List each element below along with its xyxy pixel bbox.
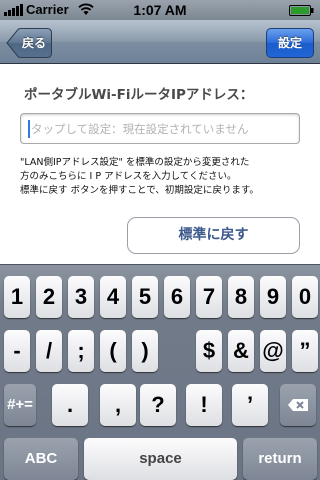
description-line: "LAN側IPアドレス設定" を標準の設定から変更された (20, 157, 250, 168)
key-slash[interactable]: / (36, 330, 62, 372)
key-more-symbols[interactable]: #+= (4, 384, 36, 426)
text-cursor (28, 120, 30, 138)
key-open-paren[interactable]: ( (100, 330, 126, 372)
back-button-label: 戻る (22, 36, 47, 50)
key-question[interactable]: ? (140, 384, 176, 426)
key-8[interactable]: 8 (228, 276, 254, 318)
key-space[interactable]: space (84, 438, 237, 480)
key-hyphen[interactable]: - (4, 330, 30, 372)
reset-default-button[interactable]: 標準に戻す (127, 217, 300, 254)
key-quote[interactable]: ” (292, 330, 318, 372)
key-3[interactable]: 3 (68, 276, 94, 318)
key-apostrophe[interactable]: ’ (232, 384, 268, 426)
key-period[interactable]: . (52, 384, 88, 426)
key-at[interactable]: @ (260, 330, 286, 372)
delete-icon (288, 399, 308, 411)
key-0[interactable]: 0 (292, 276, 318, 318)
status-time: 1:07 AM (133, 2, 187, 18)
ip-address-heading: ポータブルWi-FiルータIPアドレス： (24, 87, 254, 103)
navigation-bar: 戻る 設定 (0, 20, 320, 64)
key-ampersand[interactable]: & (228, 330, 254, 372)
key-7[interactable]: 7 (196, 276, 222, 318)
key-semicolon[interactable]: ; (68, 330, 94, 372)
key-9[interactable]: 9 (260, 276, 286, 318)
description-text: "LAN側IPアドレス設定" を標準の設定から変更された 方のみこちらに I P… (20, 156, 310, 198)
key-abc[interactable]: ABC (4, 438, 78, 480)
description-line: 方のみこちらに I P アドレスを入力してください。 (20, 171, 237, 182)
key-exclamation[interactable]: ! (186, 384, 222, 426)
keyboard: 1 2 3 4 5 6 7 8 9 0 - / ; ( ) $ & @ ” #+… (0, 264, 320, 480)
key-1[interactable]: 1 (4, 276, 30, 318)
key-comma[interactable]: , (100, 384, 136, 426)
status-bar: Carrier 1:07 AM (0, 0, 320, 20)
key-4[interactable]: 4 (100, 276, 126, 318)
key-6[interactable]: 6 (164, 276, 190, 318)
back-button[interactable]: 戻る (6, 28, 52, 58)
ip-address-field[interactable] (20, 113, 300, 144)
set-button[interactable]: 設定 (266, 28, 314, 58)
key-delete[interactable] (280, 384, 316, 426)
key-close-paren[interactable]: ) (132, 330, 158, 372)
key-2[interactable]: 2 (36, 276, 62, 318)
description-line: 標準に戻す ボタンを押すことで、初期設定に戻ります。 (20, 185, 259, 196)
key-dollar[interactable]: $ (196, 330, 222, 372)
ip-address-input[interactable] (31, 118, 295, 140)
key-5[interactable]: 5 (132, 276, 158, 318)
battery-icon (289, 5, 314, 16)
key-return[interactable]: return (243, 438, 317, 480)
